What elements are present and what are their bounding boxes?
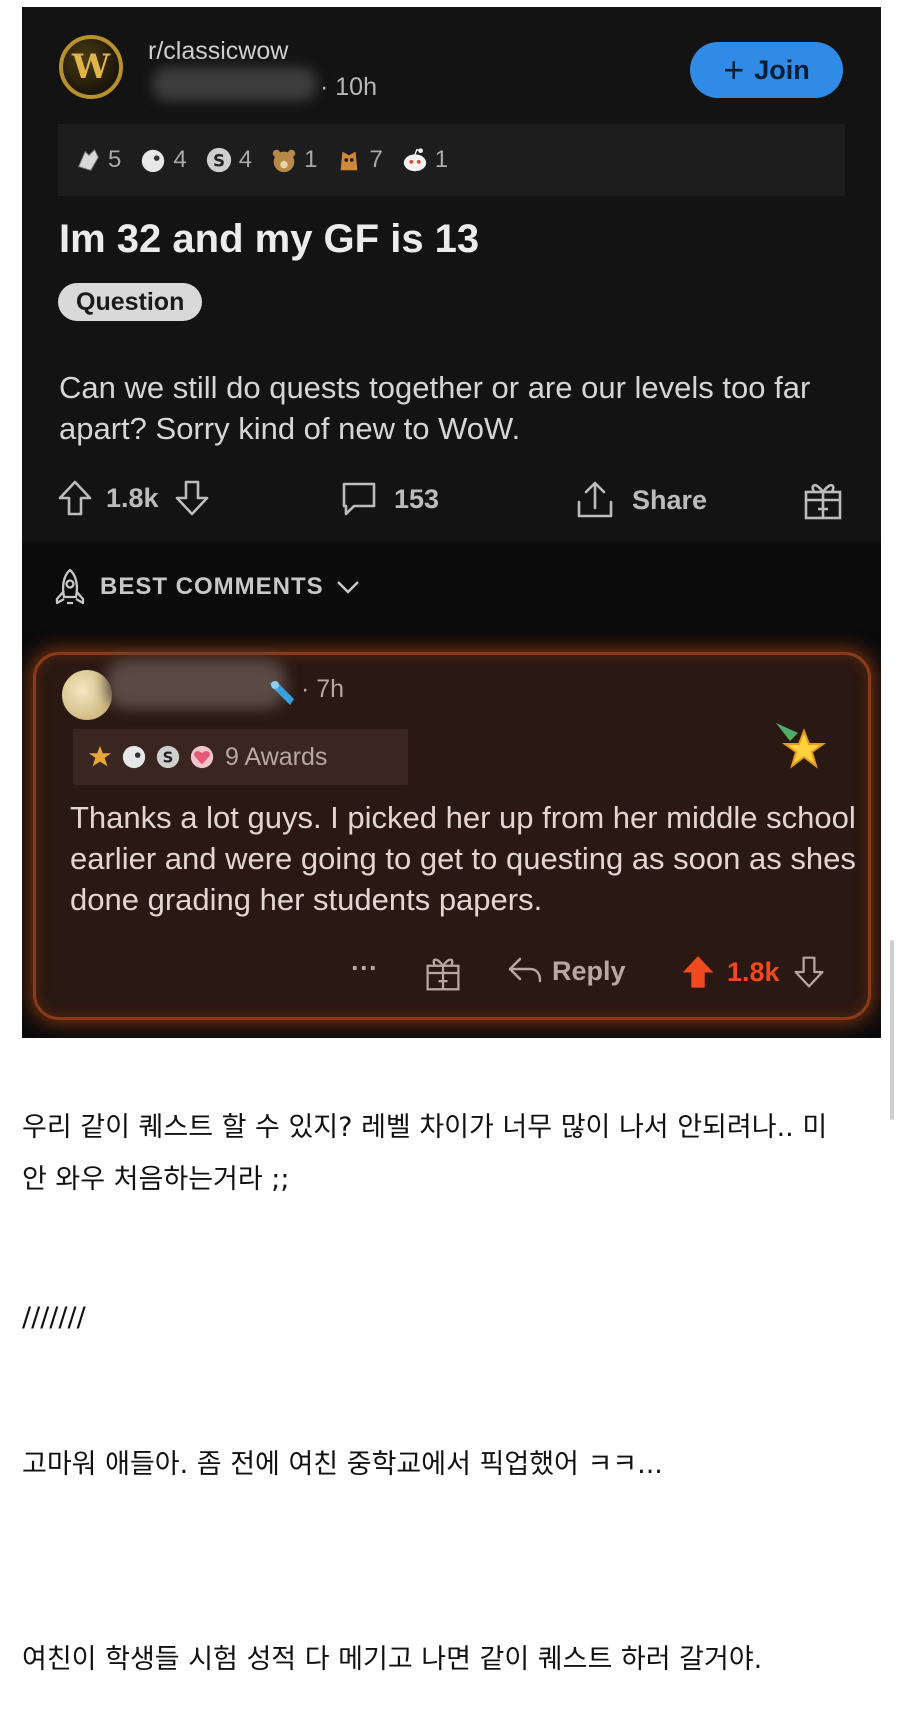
cloud-award-icon [142, 149, 165, 173]
join-label: Join [754, 54, 810, 85]
caption-line: 우리 같이 퀘스트 할 수 있지? 레벨 차이가 너무 많이 나서 안되려나..… [22, 1112, 828, 1143]
award-bear: 1 [270, 146, 317, 174]
heart-award-icon [190, 745, 214, 769]
award-count: 1 [304, 146, 318, 173]
plus-icon: + [723, 49, 745, 90]
comment-count: 153 [394, 483, 440, 514]
gift-icon [426, 958, 460, 991]
share-icon [577, 481, 613, 518]
subreddit-name[interactable]: r/classicwow [148, 37, 288, 66]
reply-button[interactable]: Reply [506, 953, 626, 989]
gift-button[interactable] [802, 478, 844, 522]
subreddit-logo-letter: W [71, 47, 111, 87]
blurred-username [152, 67, 317, 101]
more-options-icon: ··· [351, 953, 378, 983]
downvote-icon[interactable] [792, 953, 826, 991]
more-options-button[interactable]: ··· [351, 953, 378, 984]
reply-icon [508, 957, 542, 983]
post-time: · 10h [320, 73, 377, 101]
best-comments-bar: BEST COMMENTS [22, 542, 881, 642]
comment-bubble-icon [342, 482, 376, 516]
comments-button[interactable]: 153 [338, 478, 439, 520]
comment-body: Thanks a lot guys. I picked her up from … [70, 800, 856, 917]
gift-icon [804, 483, 842, 520]
pencil-flair-icon [270, 681, 294, 705]
blurred-username [106, 659, 286, 709]
comment-vote-group: 1.8k [681, 953, 826, 991]
post-title[interactable]: Im 32 and my GF is 13 [59, 217, 479, 262]
avatar[interactable] [62, 670, 112, 720]
caption-line: 안 와우 처음하는거라 ;; [22, 1164, 290, 1195]
award-silver: S 4 [205, 146, 252, 174]
post-card: W r/classicwow · 10h + Join 5 4 S 4 1 7 … [22, 7, 881, 542]
svg-text:S: S [213, 151, 225, 171]
award-count: 5 [108, 146, 122, 173]
award-count: 7 [369, 146, 383, 173]
vote-group: 1.8k [56, 478, 211, 518]
award-hands: 5 [74, 146, 121, 174]
award-cloud: 4 [139, 146, 187, 174]
svg-text:S: S [163, 749, 174, 767]
award-snoo: 1 [401, 146, 448, 174]
comment-actions: ··· Reply 1.8k [36, 947, 871, 997]
post-flair[interactable]: Question [58, 283, 203, 321]
snoo-award-icon [403, 148, 426, 172]
dog-award-icon [341, 151, 358, 171]
post-body: Can we still do quests together or are o… [59, 370, 811, 446]
comment-score: 1.8k [727, 956, 780, 987]
comment-gift-button[interactable] [424, 953, 462, 993]
cloud-award-icon [122, 745, 146, 769]
reddit-screenshot: W r/classicwow · 10h + Join 5 4 S 4 1 7 … [22, 7, 881, 1038]
caption-separator: /////// [22, 1302, 86, 1333]
post-actions: 1.8k 153 Share [22, 470, 881, 530]
share-button[interactable]: Share [574, 478, 707, 522]
starstruck-award-icon [88, 745, 112, 767]
upvote-icon[interactable] [56, 478, 94, 518]
comment-card: · 7h S 9 Awards Thanks a lot guys. I pic… [33, 652, 871, 1020]
award-count: 1 [434, 146, 449, 173]
bear-award-icon [272, 149, 296, 173]
post-awards-bar[interactable]: 5 4 S 4 1 7 1 [58, 124, 845, 196]
chevron-down-icon [336, 581, 359, 594]
awards-count-text: 9 Awards [225, 742, 328, 771]
caption-line: 여친이 학생들 시험 성적 다 메기고 나면 같이 퀘스트 하러 갈거야. [22, 1644, 763, 1675]
hands-award-icon [78, 148, 99, 171]
comment-awards-bar[interactable]: S 9 Awards [73, 729, 408, 785]
silver-award-icon: S [156, 745, 180, 769]
award-dog: 7 [335, 146, 383, 174]
reply-label: Reply [552, 955, 626, 986]
join-button[interactable]: + Join [690, 42, 843, 98]
upvote-filled-icon[interactable] [681, 953, 715, 991]
caption-line: 고마워 애들아. 좀 전에 여친 중학교에서 픽업했어 ㅋㅋ... [22, 1449, 663, 1480]
subreddit-logo[interactable]: W [59, 35, 123, 99]
share-label: Share [632, 484, 708, 515]
best-comments-label: BEST COMMENTS [100, 573, 324, 600]
sort-comments-button[interactable]: BEST COMMENTS [50, 567, 362, 607]
silver-award-icon: S [206, 147, 231, 173]
rocket-icon [55, 568, 85, 605]
scrollbar[interactable] [890, 940, 894, 1120]
star-badge-icon [776, 723, 827, 769]
comment-time: · 7h [301, 675, 345, 703]
award-count: 4 [238, 146, 253, 173]
post-score: 1.8k [106, 482, 159, 513]
award-count: 4 [173, 146, 187, 173]
downvote-icon[interactable] [173, 478, 211, 518]
